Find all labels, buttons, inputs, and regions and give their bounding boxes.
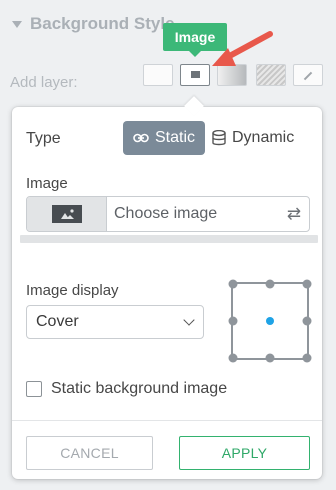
footer-divider — [12, 420, 322, 421]
swap-icon[interactable]: ⇄ — [279, 197, 309, 231]
static-background-label: Static background image — [51, 380, 228, 397]
background-layer-popup: Type Static Dynamic Image Choose image ⇄ — [12, 96, 322, 479]
position-top-left[interactable] — [228, 279, 238, 289]
static-background-checkbox[interactable] — [26, 381, 42, 397]
image-progress-bar — [20, 235, 318, 243]
chevron-down-icon — [183, 314, 195, 326]
image-display-select[interactable]: Cover — [26, 305, 204, 339]
section-title: Background Style — [30, 14, 175, 33]
cancel-button[interactable]: CANCEL — [26, 436, 153, 470]
database-icon — [212, 130, 226, 146]
add-layer-label: Add layer: — [10, 74, 78, 91]
position-bottom-left[interactable] — [228, 353, 238, 363]
position-picker[interactable] — [228, 279, 312, 363]
caret-down-icon — [12, 20, 22, 28]
position-middle-right[interactable] — [302, 316, 312, 326]
type-label: Type — [26, 130, 61, 147]
type-static-button[interactable]: Static — [123, 121, 205, 155]
apply-button[interactable]: APPLY — [179, 436, 310, 470]
link-icon — [133, 133, 149, 143]
layer-picker-button[interactable] — [293, 64, 323, 86]
type-dynamic-label: Dynamic — [232, 129, 295, 146]
layer-solid-button[interactable] — [143, 64, 173, 86]
image-display-label: Image display — [26, 282, 119, 299]
section-header[interactable]: Background Style — [12, 14, 175, 34]
static-background-option[interactable]: Static background image — [26, 380, 227, 398]
image-icon — [51, 205, 82, 223]
image-display-value: Cover — [36, 313, 79, 330]
image-picker-field[interactable]: Choose image ⇄ — [26, 196, 310, 232]
position-top-right[interactable] — [302, 279, 312, 289]
type-static-label: Static — [154, 129, 195, 146]
position-bottom-right[interactable] — [302, 353, 312, 363]
position-middle-left[interactable] — [228, 316, 238, 326]
position-top-center[interactable] — [265, 279, 275, 289]
position-bottom-center[interactable] — [265, 353, 275, 363]
position-center[interactable] — [266, 317, 274, 325]
image-preview[interactable] — [27, 197, 107, 231]
choose-image-text[interactable]: Choose image — [107, 197, 279, 231]
type-dynamic-button[interactable]: Dynamic — [212, 121, 294, 155]
image-label: Image — [26, 175, 68, 192]
red-arrow-icon — [212, 31, 273, 66]
